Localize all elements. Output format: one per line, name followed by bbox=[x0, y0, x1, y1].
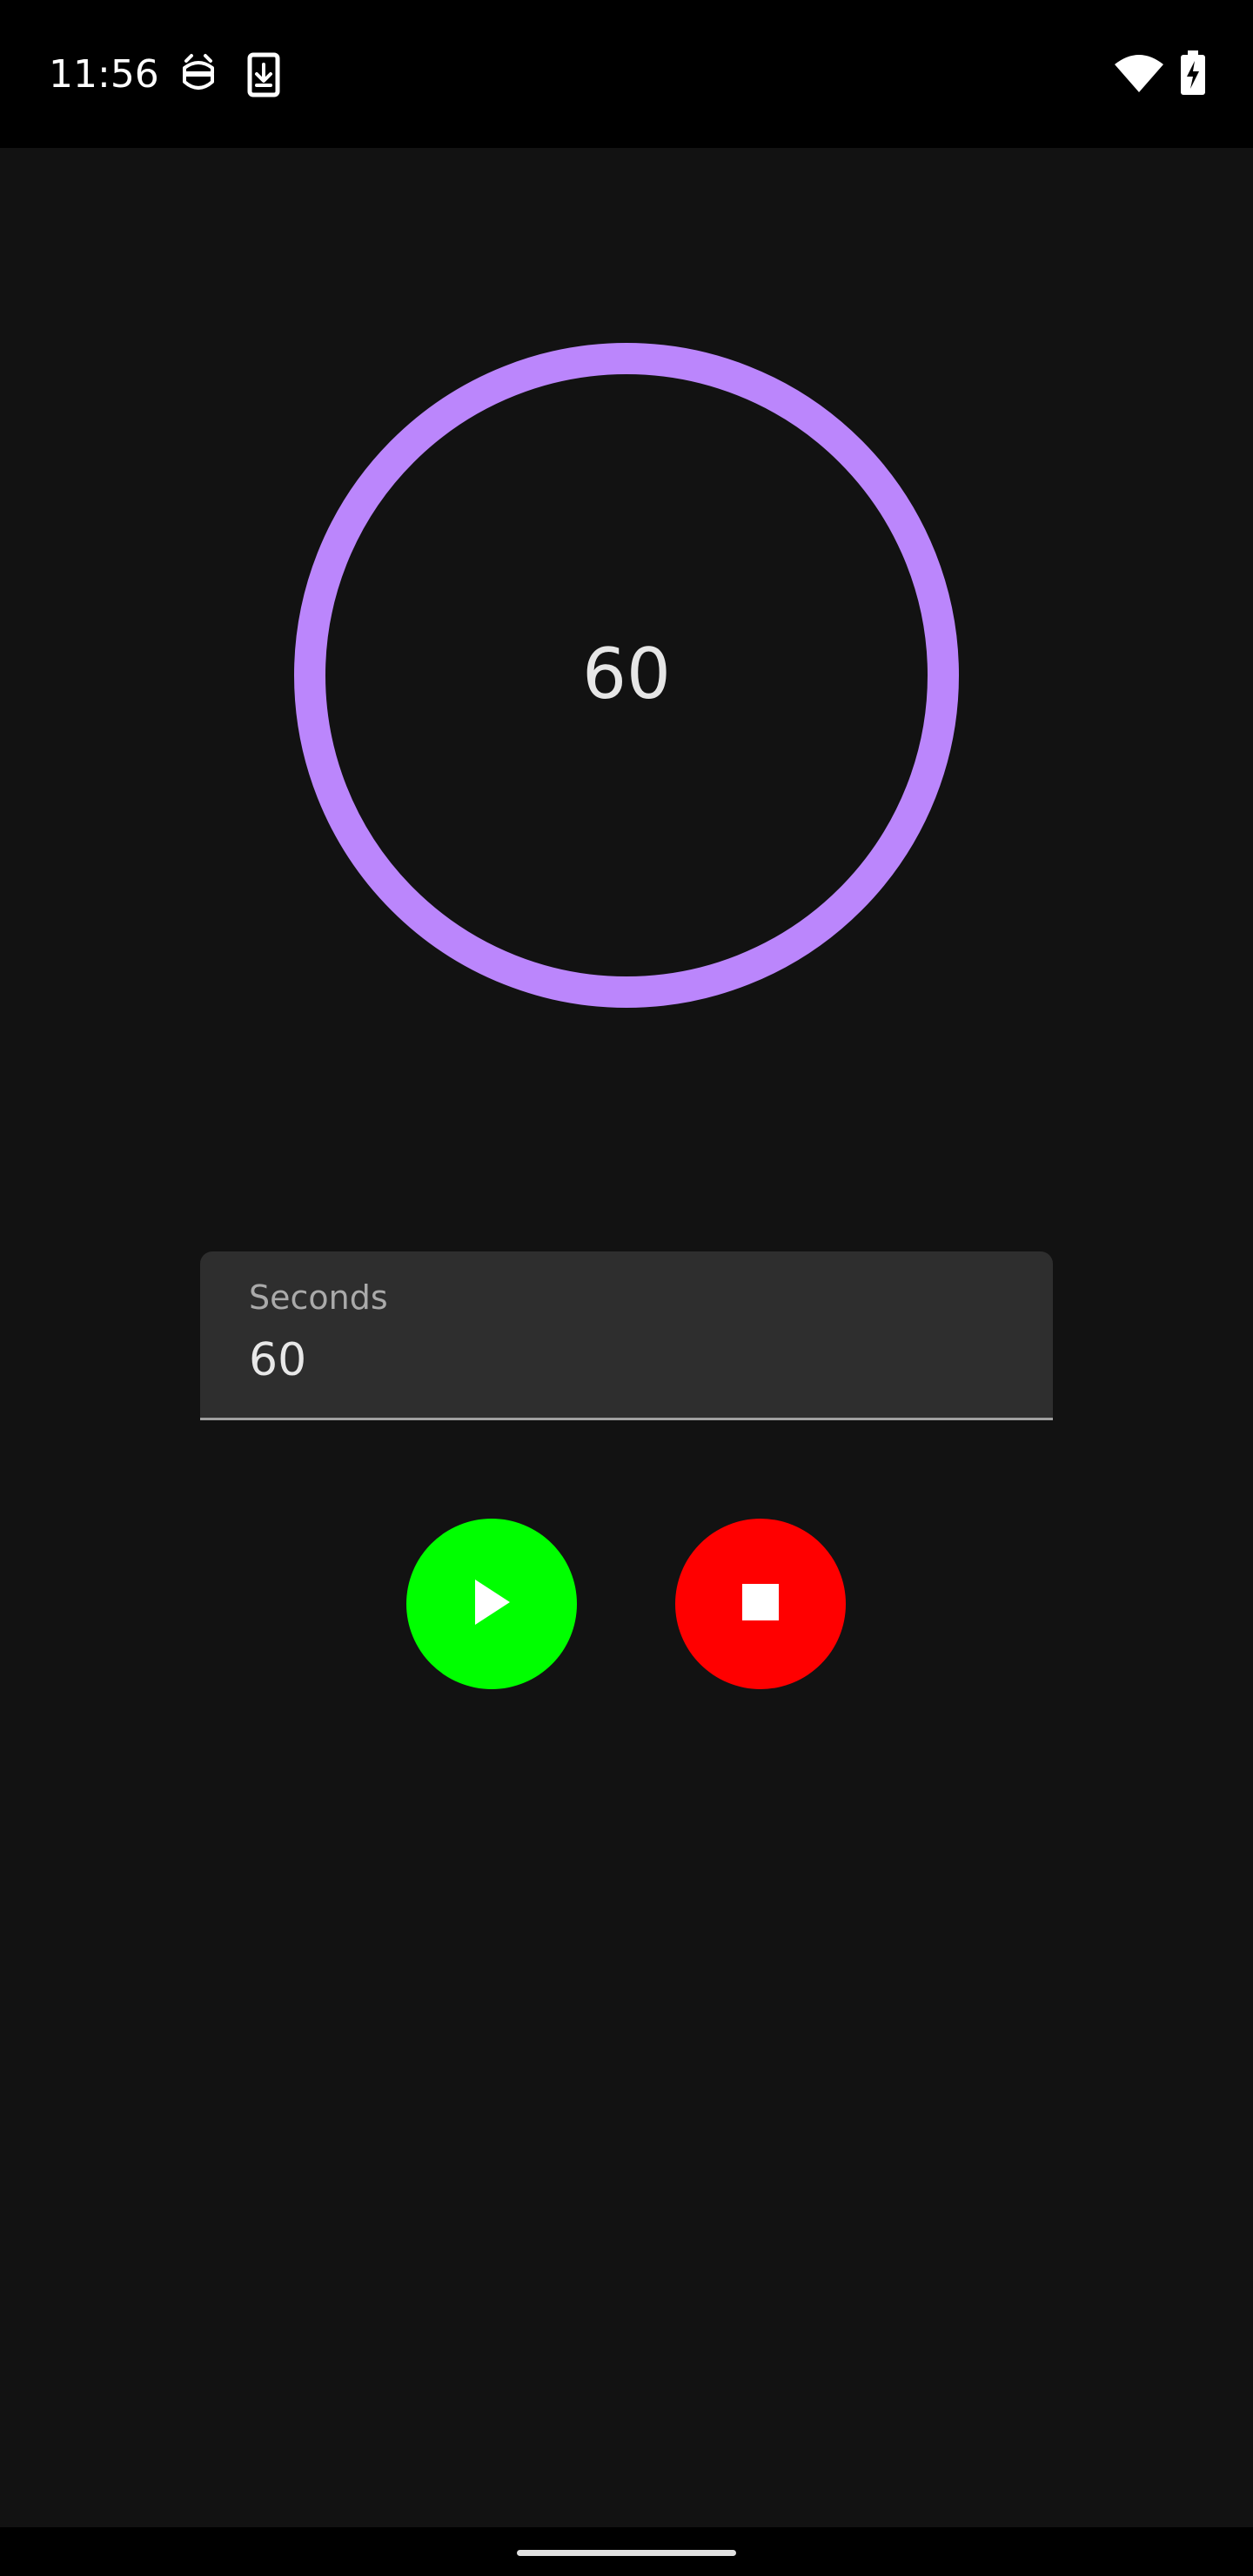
android-debug-icon bbox=[179, 52, 218, 102]
status-time: 11:56 bbox=[49, 52, 159, 97]
seconds-input-field[interactable]: Seconds 60 bbox=[200, 1251, 1053, 1420]
timer-countdown-value: 60 bbox=[582, 634, 671, 714]
download-notification-icon bbox=[247, 52, 280, 102]
stop-icon bbox=[742, 1583, 779, 1625]
battery-charging-icon bbox=[1179, 50, 1207, 100]
start-button[interactable] bbox=[406, 1519, 577, 1689]
seconds-field-label: Seconds bbox=[249, 1278, 388, 1317]
home-gesture-handle[interactable] bbox=[517, 2550, 736, 2556]
play-icon bbox=[470, 1578, 513, 1631]
wifi-icon bbox=[1114, 54, 1164, 98]
stop-button[interactable] bbox=[675, 1519, 846, 1689]
seconds-input-value[interactable]: 60 bbox=[249, 1332, 306, 1389]
status-bar: 11:56 bbox=[0, 0, 1253, 148]
